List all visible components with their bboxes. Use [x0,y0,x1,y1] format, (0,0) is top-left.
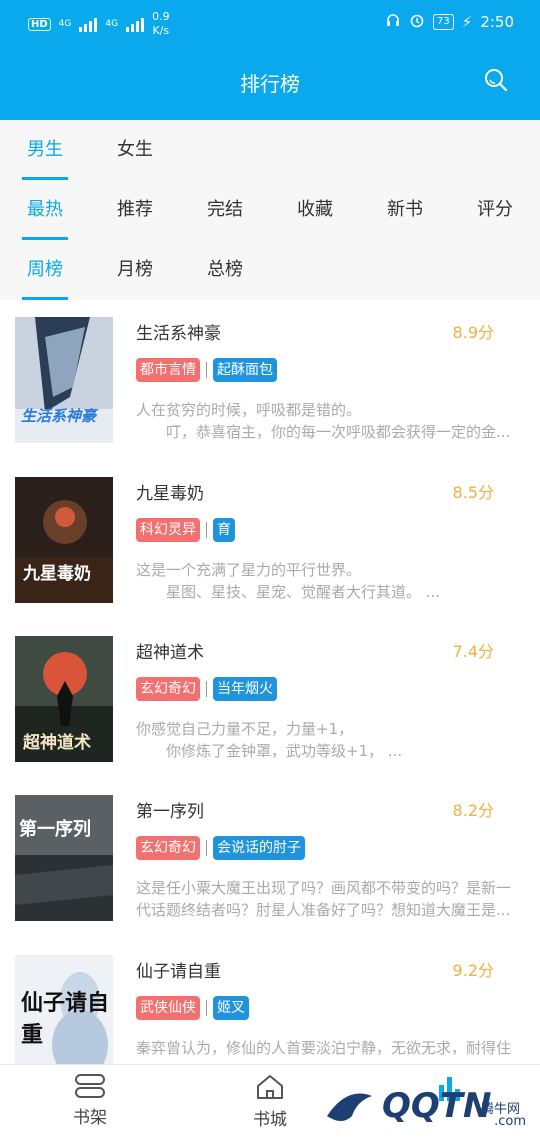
book-description: 这是任小粟大魔王出现了吗？画风都不带变的吗？是新一 代话题终结者吗？肘星人准备好… [136,877,526,921]
nav-bookshelf[interactable]: 书架 [30,1065,150,1140]
book-title: 生活系神豪 [136,324,221,344]
desc-line-2: 星图、星技、星宠、觉醒者大行其道。 ... [166,583,441,601]
watermark-logo: QQTN 腾牛网 .com [322,1076,532,1136]
tab-female[interactable]: 女生 [112,120,158,180]
hd-indicator: HD [28,17,51,31]
tag-divider [206,362,207,378]
author-tag: 会说话的肘子 [213,836,305,860]
book-item[interactable]: 仙子请自重 仙子请自重 9.2分 武侠仙侠 姬叉 秦弈曾认为，修仙的人首要淡泊宁… [0,938,540,1068]
network-type-1: 4G [58,19,72,29]
genre-tag: 玄幻奇幻 [136,836,200,860]
tab-weekly[interactable]: 周榜 [22,240,68,300]
watermark-brand: QQTN [382,1086,492,1126]
desc-line-2: 叮，恭喜宿主，你的每一次呼吸都会获得一定的金... [166,423,511,441]
genre-tag: 武侠仙侠 [136,996,200,1020]
book-cover[interactable]: 第一序列 [15,795,113,921]
net-speed: 0.9 K/s [152,10,170,38]
book-cover[interactable]: 生活系神豪 [15,317,113,443]
signal-icon [79,16,98,32]
watermark-com: .com [494,1114,526,1129]
book-cover[interactable]: 九星毒奶 [15,477,113,603]
tag-divider [206,522,207,538]
book-title: 第一序列 [136,802,204,822]
search-icon [485,69,508,92]
desc-line-1: 这是任小粟大魔王出现了吗？画风都不带变的吗？是新一 [136,879,512,897]
net-speed-unit: K/s [152,24,170,37]
tab-male[interactable]: 男生 [22,120,68,180]
cover-title: 超神道术 [23,733,91,753]
nav-bookshelf-label: 书架 [73,1108,107,1128]
desc-line-1: 人在贫穷的时候，呼吸都是错的。 [136,401,362,419]
cover-title: 九星毒奶 [23,564,91,584]
book-description: 这是一个充满了星力的平行世界。 星图、星技、星宠、觉醒者大行其道。 ... [136,559,526,603]
book-description: 秦弈曾认为，修仙的人首要淡泊宁静，无欲无求，耐得住 [136,1037,526,1059]
book-item[interactable]: 第一序列 第一序列 8.2分 玄幻奇幻 会说话的肘子 这是任小粟大魔王出现了吗？… [0,778,540,938]
status-bar: HD 4G 4G 0.9 K/s 73 ⚡ 2:50 [0,0,540,46]
book-item[interactable]: 九星毒奶 九星毒奶 8.5分 科幻灵异 育 这是一个充满了星力的平行世界。 星图… [0,460,540,620]
desc-line-2: 你修炼了金钟罩，武功等级+1， ... [166,742,403,760]
tab-rating[interactable]: 评分 [472,180,518,240]
nav-bookstore[interactable]: 书城 [210,1065,330,1140]
tag-divider [206,840,207,856]
genre-tag: 都市言情 [136,358,200,382]
battery-icon: 73 [433,14,454,30]
signal-icon-2 [126,16,145,32]
alarm-icon [409,12,425,32]
desc-line-2: 代话题终结者吗？肘星人准备好了吗？想知道大魔王是... [136,901,511,919]
tab-hottest[interactable]: 最热 [22,180,68,240]
nav-bookstore-label: 书城 [253,1110,287,1130]
cover-title: 仙子请自重 [21,991,110,1048]
category-tab-bar: 最热 推荐 完结 收藏 新书 评分 [0,180,540,240]
network-type-2: 4G [105,19,119,29]
book-cover[interactable]: 超神道术 [15,636,113,762]
desc-line-1: 这是一个充满了星力的平行世界。 [136,561,362,579]
genre-tag: 科幻灵异 [136,518,200,542]
book-item[interactable]: 超神道术 超神道术 7.4分 玄幻奇幻 当年烟火 你感觉自己力量不足，力量+1，… [0,619,540,779]
book-cover[interactable]: 仙子请自重 [15,955,113,1068]
cover-title: 第一序列 [19,819,91,840]
charging-icon: ⚡ [461,13,473,31]
gender-tab-bar: 男生 女生 [0,120,540,180]
book-score: 7.4分 [452,642,494,661]
book-description: 你感觉自己力量不足，力量+1， 你修炼了金钟罩，武功等级+1， ... [136,718,526,762]
book-title: 超神道术 [136,643,204,663]
search-button[interactable] [482,66,510,94]
clock: 2:50 [480,13,514,31]
tag-divider [206,681,207,697]
desc-line-1: 秦弈曾认为，修仙的人首要淡泊宁静，无欲无求，耐得住 [136,1039,512,1057]
book-score: 8.9分 [452,323,494,342]
tab-favorites[interactable]: 收藏 [292,180,338,240]
book-description: 人在贫穷的时候，呼吸都是错的。 叮，恭喜宿主，你的每一次呼吸都会获得一定的金..… [136,399,526,443]
book-score: 8.2分 [452,801,494,820]
tab-completed[interactable]: 完结 [202,180,248,240]
home-icon [257,1075,283,1099]
author-tag: 当年烟火 [213,677,277,701]
book-score: 9.2分 [452,961,494,980]
author-tag: 起酥面包 [213,358,277,382]
period-tab-bar: 周榜 月榜 总榜 [0,240,540,300]
desc-line-1: 你感觉自己力量不足，力量+1， [136,720,354,738]
book-title: 仙子请自重 [136,962,221,982]
bookshelf-icon [75,1074,105,1098]
book-score: 8.5分 [452,483,494,502]
app-header: HD 4G 4G 0.9 K/s 73 ⚡ 2:50 排行榜 [0,0,540,120]
tag-divider [206,1000,207,1016]
page-title: 排行榜 [240,72,300,96]
tab-recommended[interactable]: 推荐 [112,180,158,240]
tab-monthly[interactable]: 月榜 [112,240,158,300]
headphone-icon [385,12,401,32]
cover-title: 生活系神豪 [21,407,97,425]
tab-new-books[interactable]: 新书 [382,180,428,240]
book-title: 九星毒奶 [136,484,204,504]
tab-all-time[interactable]: 总榜 [202,240,248,300]
watermark-bird-icon [327,1093,372,1121]
genre-tag: 玄幻奇幻 [136,677,200,701]
net-speed-value: 0.9 [152,10,170,23]
author-tag: 育 [213,518,235,542]
book-item[interactable]: 生活系神豪 生活系神豪 8.9分 都市言情 起酥面包 人在贫穷的时候，呼吸都是错… [0,300,540,460]
author-tag: 姬叉 [213,996,249,1020]
